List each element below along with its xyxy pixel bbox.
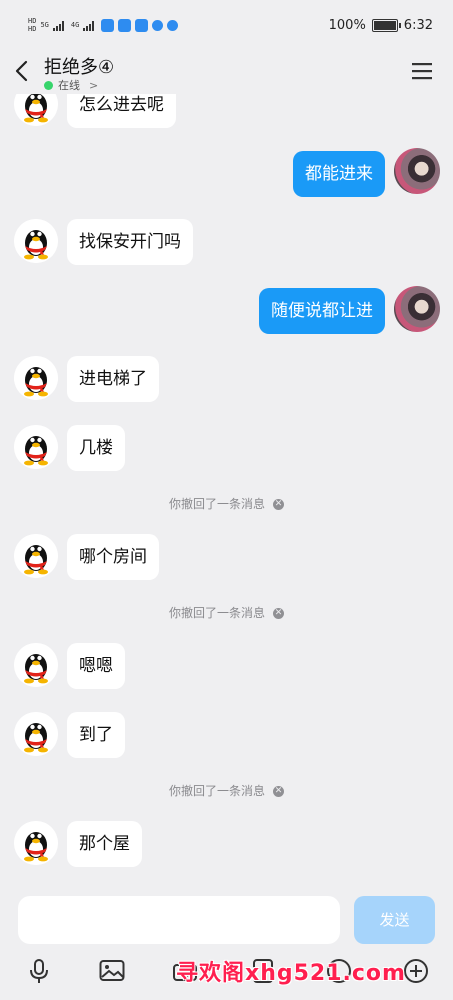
battery-icon xyxy=(371,18,401,32)
contact-avatar[interactable] xyxy=(14,425,58,469)
contact-avatar[interactable] xyxy=(14,219,58,263)
status-bar: HD HD 5G 4G 100% 6:32 xyxy=(0,0,453,50)
my-avatar[interactable] xyxy=(394,286,440,332)
message-bubble[interactable]: 到了 xyxy=(67,712,125,758)
chat-header: 拒绝多④ 在线 > xyxy=(0,50,453,94)
battery-fill xyxy=(373,20,396,30)
send-button[interactable]: 发送 xyxy=(354,896,435,944)
message-row-incoming: 嗯嗯 xyxy=(0,643,453,693)
message-bubble[interactable]: 都能进来 xyxy=(293,151,385,197)
network-indicator: HD HD xyxy=(28,17,36,33)
network-label: HD xyxy=(28,25,37,33)
recall-notice-text: 你撤回了一条消息 xyxy=(168,497,265,511)
recall-notice: 你撤回了一条消息 ✕ xyxy=(0,782,453,799)
recall-notice: 你撤回了一条消息 ✕ xyxy=(0,495,453,512)
message-row-incoming: 找保安开门吗 xyxy=(0,219,453,269)
signal-4g-icon: 4G xyxy=(70,21,80,29)
my-avatar[interactable] xyxy=(394,148,440,194)
recall-notice-text: 你撤回了一条消息 xyxy=(168,606,265,620)
signal-bars-icon xyxy=(83,20,95,31)
message-row-incoming: 那个屋 xyxy=(0,821,453,871)
signal-5g-icon: 5G xyxy=(40,21,49,29)
message-row-incoming: 进电梯了 xyxy=(0,356,453,406)
message-bubble[interactable]: 进电梯了 xyxy=(67,356,159,402)
contact-avatar[interactable] xyxy=(14,643,58,687)
hamburger-icon[interactable] xyxy=(411,62,433,80)
contact-avatar[interactable] xyxy=(14,821,58,865)
network-label: HD xyxy=(28,17,37,25)
presence-label: 在线 xyxy=(58,79,80,92)
close-icon[interactable]: ✕ xyxy=(273,499,284,510)
chevron-right-icon: > xyxy=(89,78,99,92)
message-row-incoming: 哪个房间 xyxy=(0,534,453,584)
recall-notice: 你撤回了一条消息 ✕ xyxy=(0,604,453,621)
message-bubble[interactable]: 那个屋 xyxy=(67,821,142,867)
battery-percent: 100% xyxy=(328,17,366,33)
message-notification-icon xyxy=(152,19,164,31)
qq-notification-icon xyxy=(101,18,115,32)
clock: 6:32 xyxy=(403,17,433,33)
message-bubble[interactable]: 几楼 xyxy=(67,425,125,471)
contact-avatar[interactable] xyxy=(14,712,58,756)
qq-notification-icon xyxy=(118,18,132,32)
message-bubble[interactable]: 嗯嗯 xyxy=(67,643,125,689)
watermark-text: 寻欢阁xhg521.com xyxy=(176,961,406,986)
chat-title[interactable]: 拒绝多④ xyxy=(44,53,114,79)
image-icon[interactable] xyxy=(99,958,125,984)
message-list[interactable]: 怎么进去呢 都能进来 找保安开门吗 随便说都让进 进电梯了 几楼 你撤回了一条消… xyxy=(0,0,453,888)
message-row-outgoing: 随便说都让进 xyxy=(0,286,453,338)
recall-notice-text: 你撤回了一条消息 xyxy=(168,784,265,798)
message-row-incoming: 到了 xyxy=(0,712,453,762)
plus-circle-icon[interactable] xyxy=(403,958,429,984)
online-dot-icon xyxy=(44,80,53,90)
message-bubble[interactable]: 找保安开门吗 xyxy=(67,219,193,265)
status-right: 100% 6:32 xyxy=(329,18,433,33)
message-bubble[interactable]: 哪个房间 xyxy=(67,534,159,580)
presence-status[interactable]: 在线 > xyxy=(44,77,98,93)
close-icon[interactable]: ✕ xyxy=(273,786,284,797)
contact-avatar[interactable] xyxy=(14,356,58,400)
mail-notification-icon xyxy=(135,18,149,32)
microphone-icon[interactable] xyxy=(26,958,52,984)
message-notification-icon xyxy=(167,19,179,31)
contact-avatar[interactable] xyxy=(14,534,58,578)
close-icon[interactable]: ✕ xyxy=(273,608,284,619)
signal-bars-icon xyxy=(52,20,64,31)
status-left: HD HD 5G 4G xyxy=(28,17,179,33)
message-row-incoming: 几楼 xyxy=(0,425,453,475)
message-input[interactable] xyxy=(18,896,340,944)
chevron-left-icon[interactable] xyxy=(12,60,34,82)
message-row-outgoing: 都能进来 xyxy=(0,148,453,200)
message-bubble[interactable]: 随便说都让进 xyxy=(259,288,385,334)
